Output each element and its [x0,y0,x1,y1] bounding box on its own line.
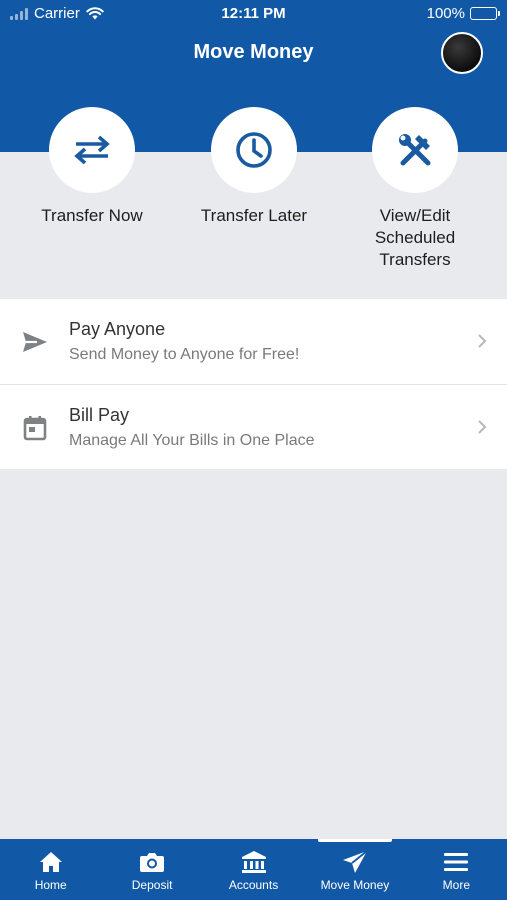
bill-pay-title: Bill Pay [69,405,130,425]
tab-bar: Home Deposit Accounts Move Money More [0,839,507,900]
chevron-right-icon [478,334,487,348]
battery-icon [470,7,500,20]
list-item-bill-pay[interactable]: Bill Pay Manage All Your Bills in One Pl… [0,384,507,469]
tab-home-label: Home [34,878,67,892]
transfer-now-label: Transfer Now [41,206,143,225]
transfer-later-circle [211,107,297,193]
camera-icon [140,853,165,872]
tab-home[interactable]: Home [0,839,101,900]
bank-icon [241,851,266,873]
profile-avatar[interactable] [441,32,483,74]
status-bar: Carrier 12:11 PM 100% [0,0,507,28]
move-money-list: Pay Anyone Send Money to Anyone for Free… [0,299,507,469]
active-tab-indicator [318,839,392,842]
calendar-icon [23,416,47,441]
transfer-now-button[interactable]: Transfer Now [12,107,172,227]
paper-plane-icon [342,850,368,873]
tab-more-label: More [442,878,470,892]
tab-deposit-label: Deposit [131,878,173,892]
bill-pay-subtitle: Manage All Your Bills in One Place [69,432,315,449]
tab-more[interactable]: More [406,839,507,900]
transfer-arrows-icon [74,135,110,165]
view-edit-scheduled-circle [372,107,458,193]
tab-move-money-label: Move Money [320,878,390,892]
pay-anyone-subtitle: Send Money to Anyone for Free! [69,346,300,363]
transfer-later-label: Transfer Later [200,206,308,225]
page-title: Move Money [193,41,314,63]
transfer-now-circle [49,107,135,193]
tab-accounts[interactable]: Accounts [203,839,304,900]
clock-icon [236,132,272,168]
battery-percent: 100% [426,5,465,22]
transfer-later-button[interactable]: Transfer Later [174,107,334,227]
list-item-pay-anyone[interactable]: Pay Anyone Send Money to Anyone for Free… [0,299,507,384]
tab-deposit[interactable]: Deposit [101,839,202,900]
tab-move-money[interactable]: Move Money [304,839,405,900]
view-edit-scheduled-button[interactable]: View/Edit Scheduled Transfers [335,107,495,271]
view-edit-scheduled-text: View/Edit Scheduled Transfers [374,206,456,269]
view-edit-scheduled-label: View/Edit Scheduled Transfers [335,205,495,271]
tools-icon [399,134,431,166]
chevron-right-icon [478,420,487,434]
home-icon [39,852,62,872]
tab-accounts-label: Accounts [228,878,279,892]
menu-icon [444,853,469,871]
pay-anyone-title: Pay Anyone [69,319,166,339]
send-icon [23,332,47,352]
